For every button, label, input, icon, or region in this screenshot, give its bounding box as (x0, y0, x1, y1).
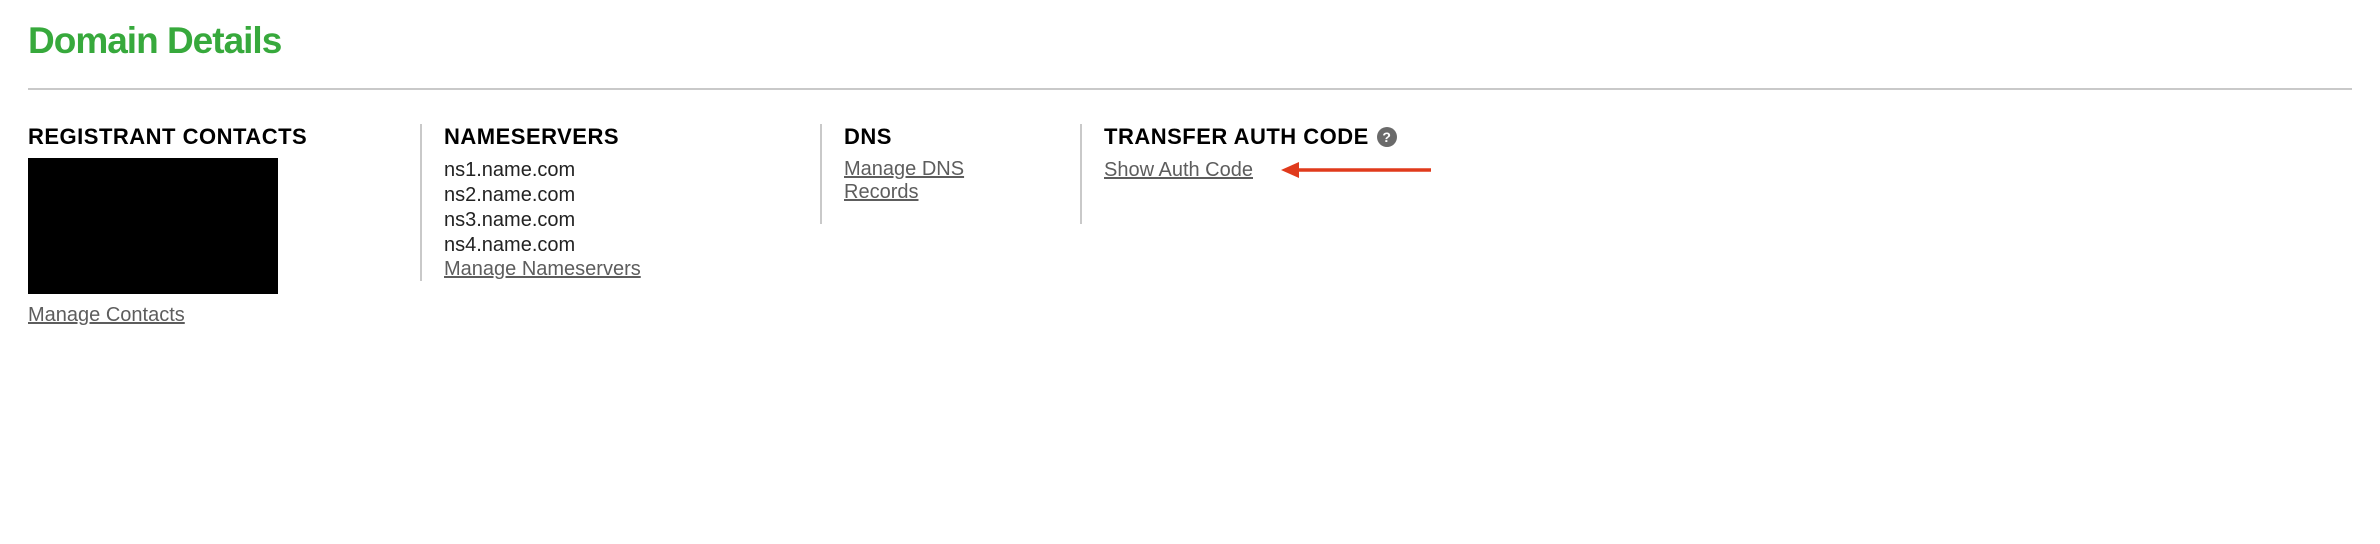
dns-section: DNS Manage DNS Records (820, 124, 1080, 224)
manage-contacts-link[interactable]: Manage Contacts (28, 304, 185, 327)
nameserver-item: ns1.name.com (444, 158, 780, 183)
nameserver-item: ns4.name.com (444, 233, 780, 258)
manage-nameservers-link[interactable]: Manage Nameservers (444, 258, 641, 281)
registrant-section: REGISTRANT CONTACTS Manage Contacts (28, 124, 420, 327)
transfer-auth-label: TRANSFER AUTH CODE ? (1104, 124, 2312, 150)
details-columns: REGISTRANT CONTACTS Manage Contacts NAME… (28, 124, 2352, 327)
nameserver-item: ns2.name.com (444, 183, 780, 208)
transfer-auth-label-text: TRANSFER AUTH CODE (1104, 124, 1369, 150)
nameserver-item: ns3.name.com (444, 208, 780, 233)
manage-dns-link[interactable]: Manage DNS Records (844, 158, 1040, 204)
transfer-auth-section: TRANSFER AUTH CODE ? Show Auth Code (1080, 124, 2352, 224)
registrant-redacted-block (28, 158, 278, 294)
help-icon[interactable]: ? (1377, 127, 1397, 147)
nameservers-section: NAMESERVERS ns1.name.com ns2.name.com ns… (420, 124, 820, 281)
nameservers-label: NAMESERVERS (444, 124, 780, 150)
auth-row: Show Auth Code (1104, 158, 2312, 182)
registrant-label: REGISTRANT CONTACTS (28, 124, 380, 150)
page-title: Domain Details (28, 20, 2352, 62)
dns-label: DNS (844, 124, 1040, 150)
show-auth-code-link[interactable]: Show Auth Code (1104, 159, 1253, 182)
divider (28, 88, 2352, 90)
callout-arrow-icon (1281, 158, 1431, 182)
